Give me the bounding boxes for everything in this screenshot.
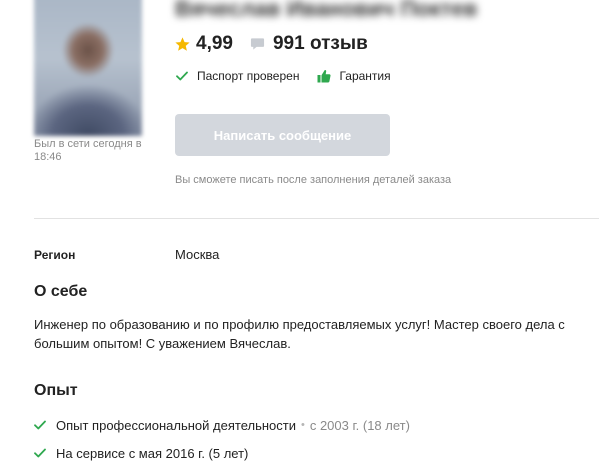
- check-icon: [176, 71, 188, 81]
- about-text: Инженер по образованию и по профилю пред…: [34, 317, 565, 351]
- guarantee-badge[interactable]: Гарантия: [339, 69, 390, 83]
- profile-avatar: [34, 0, 142, 136]
- region-value: Москва: [175, 247, 220, 262]
- check-icon: [34, 420, 46, 430]
- experience-label: На сервисе с мая 2016 г. (5 лет): [56, 445, 249, 461]
- experience-detail: с 2003 г. (18 лет): [309, 417, 410, 433]
- separator-dot: •: [300, 419, 305, 431]
- rating-value: 4,99: [196, 33, 233, 54]
- region-label: Регион: [34, 248, 76, 262]
- experience-item: Опыт профессиональной деятельности • с 2…: [34, 416, 410, 434]
- star-icon: [175, 36, 190, 51]
- comment-bubble-icon: [250, 38, 265, 50]
- passport-verified-badge: Паспорт проверен: [197, 69, 300, 83]
- write-message-button[interactable]: Написать сообщение: [175, 114, 390, 156]
- online-status: Был в сети сегодня в 18:46: [34, 138, 142, 163]
- experience-title: Опыт: [34, 382, 78, 399]
- rating-row: 4,99 991 отзыв: [174, 33, 368, 55]
- experience-item: На сервисе с мая 2016 г. (5 лет): [34, 444, 248, 462]
- message-hint: Вы сможете писать после заполнения детал…: [175, 174, 452, 186]
- reviews-link[interactable]: 991 отзыв: [273, 33, 368, 55]
- thumbs-up-icon: [317, 70, 331, 83]
- profile-name: Вячеслав Иванович Поктев: [175, 0, 478, 21]
- about-title: О себе: [34, 283, 88, 300]
- divider: [34, 218, 599, 219]
- experience-label: Опыт профессиональной деятельности: [56, 417, 296, 433]
- verification-badges: Паспорт проверен Гарантия: [176, 68, 391, 84]
